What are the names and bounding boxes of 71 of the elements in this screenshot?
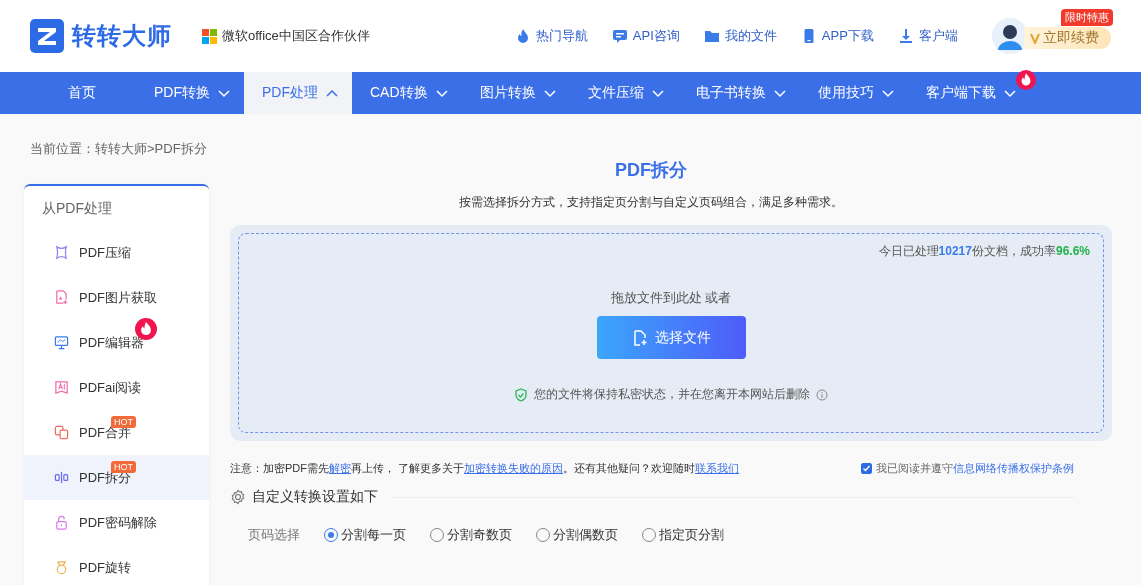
folder-icon [703,28,720,44]
frame-icon [54,245,69,260]
lock-icon [54,515,69,530]
check-icon [862,464,871,473]
hot-badge: HOT [111,416,136,428]
gear-icon [230,489,246,505]
pages-icon [54,425,69,440]
sidebar-item[interactable]: PDF压缩 [24,230,209,275]
header-link[interactable]: API咨询 [611,27,680,45]
settings-heading: 自定义转换设置如下 [252,488,378,506]
file-add-icon [631,329,648,346]
image-icon [54,290,69,305]
option-label: 分割每一页 [341,526,406,544]
ring-icon [54,560,69,575]
sidebar-item[interactable]: PDF编辑器 [24,320,209,365]
radio-option[interactable]: 分割偶数页 [536,526,618,544]
header-link[interactable]: 我的文件 [703,27,777,45]
split-icon [54,470,69,485]
drop-hint: 拖放文件到此处 或者 [610,289,732,307]
stats-text: 今日已处理10217份文档，成功率96.6% [878,243,1090,260]
notice-text: 注意：加密PDF需先解密再上传， 了解更多关于加密转换失败的原因。还有其他疑问？欢迎随时联系我们 [230,461,740,476]
regulation-link[interactable]: 信息网络传播权保护条例 [953,462,1074,474]
select-file-button[interactable]: 选择文件 [596,316,746,359]
vip-icon [1029,32,1040,44]
avatar-icon [991,18,1028,54]
monitor-icon [54,335,69,350]
help-link[interactable]: 联系我们 [695,462,740,474]
header-link[interactable]: 客户端 [897,27,958,45]
brand-name: 转转大师 [72,21,172,51]
info-icon [816,388,828,401]
nav-tab[interactable]: 图片转换 [461,72,570,114]
shield-icon [514,387,528,402]
help-link[interactable]: 加密转换失败的原因 [464,462,564,474]
radio-option[interactable]: 指定页分割 [642,526,724,544]
option-label: 分割奇数页 [447,526,512,544]
nav-tab[interactable]: 首页 [50,72,136,114]
nav-tab[interactable]: CAD转换 [352,72,462,114]
page-title: PDF拆分 [614,159,688,182]
nav-tab[interactable]: 电子书转换 [677,72,800,114]
nav-tab[interactable]: PDF转换 [136,72,244,114]
nav-tab[interactable]: 客户端下载 [907,72,1030,114]
partner-text: 微软office中国区合作伙伴 [222,27,370,45]
sidebar-item[interactable]: PDF密码解除 [24,500,209,545]
page-subtitle: 按需选择拆分方式，支持指定页分割与自定义页码组合，满足多种需求。 [458,194,844,211]
hot-badge: HOT [111,461,136,473]
header-link[interactable]: APP下载 [800,27,874,45]
radio-option[interactable]: 分割奇数页 [430,526,512,544]
download-icon [897,28,914,44]
sidebar-item[interactable]: PDF旋转 [24,545,209,585]
renew-button[interactable]: 立即续费 [1023,27,1111,49]
chat-icon [611,28,628,44]
logo-icon [30,19,64,53]
option-label: 分割偶数页 [553,526,618,544]
radio-option[interactable]: 分割每一页 [324,526,406,544]
promo-badge: 限时特惠 [1060,9,1113,26]
privacy-note: 您的文件将保持私密状态，并在您离开本网站后删除 [534,386,810,403]
nav-tab[interactable]: PDF处理 [244,72,352,114]
sidebar-heading: 从PDF处理 [41,199,113,218]
option-label: 指定页分割 [659,526,724,544]
sidebar-item[interactable]: PDFai阅读 [24,365,209,410]
nav-tab[interactable]: 文件压缩 [569,72,678,114]
windows-icon [202,28,217,44]
book-icon [54,380,69,395]
breadcrumb: 当前位置：转转大师>PDF拆分 [30,140,208,158]
header-link[interactable]: 热门导航 [514,27,588,45]
sidebar-item[interactable]: PDF图片获取 [24,275,209,320]
help-link[interactable]: 解密 [329,462,351,474]
field-label: 页码选择 [248,526,300,544]
agreement-text: 我已阅读并遵守信息网络传播权保护条例 [876,461,1074,476]
nav-tab[interactable]: 使用技巧 [799,72,908,114]
agreement-checkbox[interactable] [861,463,872,474]
